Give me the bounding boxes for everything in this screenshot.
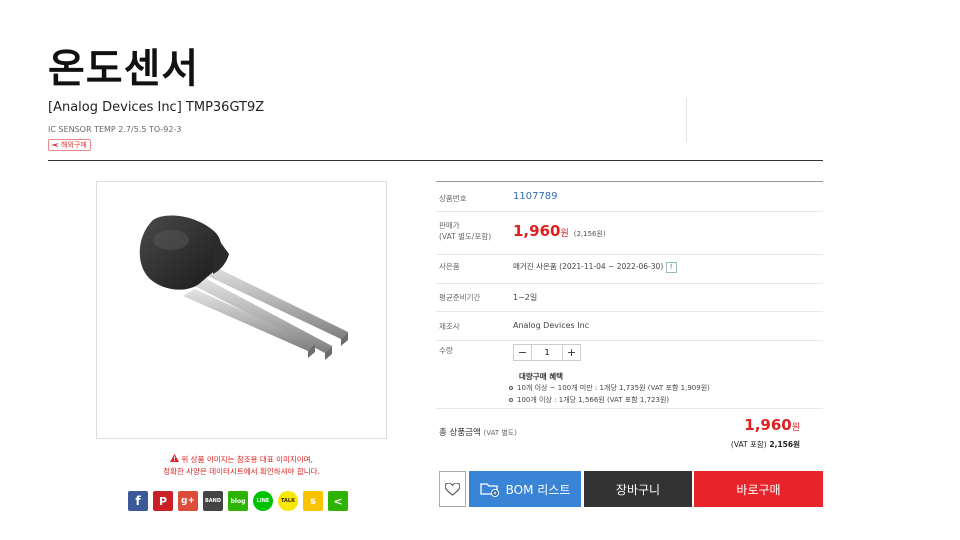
bullet-icon [509, 386, 513, 390]
lead-time-label: 평균준비기간 [439, 293, 481, 302]
overseas-badge-label: 해외구매 [61, 141, 87, 149]
google-plus-icon[interactable]: g+ [178, 491, 198, 511]
kakaostory-icon[interactable]: s [303, 491, 323, 511]
buy-now-button[interactable]: 바로구매 [694, 471, 823, 507]
quantity-input[interactable] [532, 344, 562, 361]
add-to-cart-button[interactable]: 장바구니 [584, 471, 692, 507]
quantity-decrease-button[interactable]: − [513, 344, 532, 361]
total-price-vat: (VAT 포함) 2,156원 [730, 440, 800, 449]
line-icon[interactable]: LINE [253, 491, 273, 511]
product-image-frame[interactable] [96, 181, 387, 439]
wishlist-button[interactable] [439, 471, 466, 507]
bulk-benefit-item: 10개 이상 ~ 100개 미만 : 1개당 1,735원 (VAT 포함 1,… [509, 383, 710, 393]
price-amount: 1,960 [513, 222, 561, 240]
bom-list-button[interactable]: BOM 리스트 [469, 471, 581, 507]
total-label: 총 상품금액 (VAT 별도) [439, 428, 517, 438]
price-value: 1,960원 (2,156원) [513, 222, 606, 240]
lead-time-value: 1~2일 [513, 293, 538, 302]
notice-line-2: 정확한 사양은 데이터시트에서 확인하셔야 합니다. [163, 467, 320, 476]
price-vat: (2,156원) [573, 230, 606, 238]
page-title: 온도센서 [48, 46, 200, 92]
gift-value: 매거진 사은품 (2021-11-04 ~ 2022-06-30) ? [513, 261, 677, 273]
bulk-benefit-item: 100개 이상 : 1개당 1,566원 (VAT 포함 1,723원) [509, 395, 669, 405]
folder-add-icon [479, 483, 499, 497]
kakaotalk-icon[interactable]: TALK [278, 491, 298, 511]
share-icon[interactable]: < [328, 491, 348, 511]
airplane-icon [51, 143, 59, 147]
row-product-code: 상품번호 1107789 [436, 182, 823, 212]
warning-icon [170, 454, 179, 462]
gift-label: 사은품 [439, 262, 460, 271]
product-name: [Analog Devices Inc] TMP36GT9Z [48, 100, 265, 115]
facebook-icon[interactable]: f [128, 491, 148, 511]
row-price: 판매가 (VAT 별도/포함) 1,960원 (2,156원) [436, 212, 823, 255]
help-icon[interactable]: ? [665, 262, 677, 273]
bullet-icon [509, 398, 513, 402]
row-gift: 사은품 매거진 사은품 (2021-11-04 ~ 2022-06-30) ? [436, 255, 823, 284]
bom-list-label: BOM 리스트 [505, 482, 571, 497]
bulk-benefit-title: 대량구매 혜택 [519, 372, 564, 381]
price-unit: 원 [560, 229, 569, 239]
manufacturer-value: Analog Devices Inc [513, 321, 590, 330]
product-description: IC SENSOR TEMP 2.7/5.5 TO-92-3 [48, 125, 182, 134]
product-code-label: 상품번호 [439, 194, 467, 203]
blog-icon[interactable]: blog [228, 491, 248, 511]
product-code-value: 1107789 [513, 191, 558, 202]
pinterest-icon[interactable]: P [153, 491, 173, 511]
product-image [139, 215, 348, 360]
notice-line-1: 위 상품 이미지는 참조용 대표 이미지이며, [96, 454, 387, 466]
row-lead-time: 평균준비기간 1~2일 [436, 284, 823, 312]
share-icons: f P g+ BAND blog LINE TALK s < [128, 491, 348, 511]
overseas-purchase-badge: 해외구매 [48, 139, 91, 151]
quantity-label: 수량 [439, 346, 453, 355]
price-label: 판매가 (VAT 별도/포함) [439, 221, 492, 241]
quantity-increase-button[interactable]: + [562, 344, 581, 361]
manufacturer-label: 제조사 [439, 322, 460, 331]
header-rule [48, 160, 823, 161]
row-manufacturer: 제조사 Analog Devices Inc [436, 312, 823, 341]
header-divider [686, 98, 687, 142]
heart-icon [445, 482, 460, 496]
band-icon[interactable]: BAND [203, 491, 223, 511]
image-notice: 위 상품 이미지는 참조용 대표 이미지이며, 정확한 사양은 데이터시트에서 … [96, 454, 387, 478]
total-price: 1,960원 [744, 416, 800, 434]
